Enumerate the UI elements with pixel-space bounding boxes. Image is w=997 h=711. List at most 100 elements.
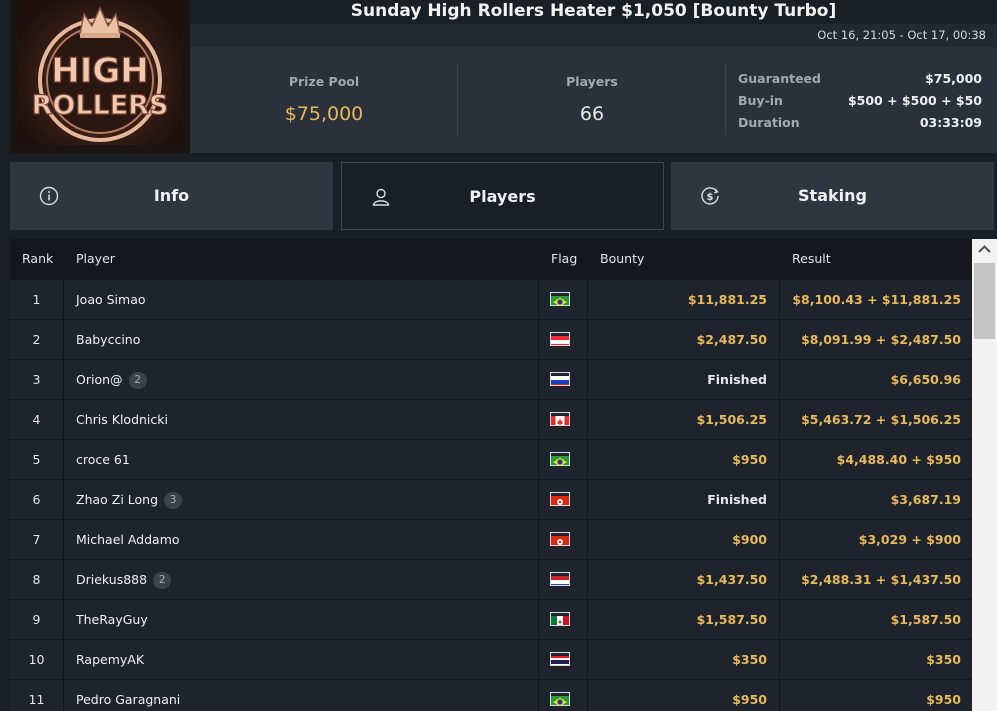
players-table: Rank Player Flag Bounty Result 1 Joao Sim… <box>10 239 972 711</box>
duration-value: 03:33:09 <box>919 115 982 130</box>
column-separator <box>779 279 780 711</box>
logo-background: HIGH ROLLERS <box>18 0 182 145</box>
rank-cell: 1 <box>32 292 41 307</box>
tournament-title: Sunday High Rollers Heater $1,050 [Bount… <box>350 1 837 21</box>
result-cell: $2,488.31 + $1,437.50 <box>801 572 961 587</box>
thailand-flag-icon <box>550 652 570 666</box>
table-row[interactable]: 6 Zhao Zi Long 3 Finished $3,687.19 <box>10 479 972 519</box>
table-row[interactable]: 4 Chris Klodnicki $1,506.25 $5,463.72 + $1,… <box>10 399 972 439</box>
logo-text-rollers: ROLLERS <box>32 90 169 121</box>
bounty-cell: $1,437.50 <box>696 572 767 587</box>
tab-staking-label: Staking <box>798 186 867 205</box>
tab-staking[interactable]: $ Staking <box>671 162 994 230</box>
bounty-cell: $900 <box>732 532 767 547</box>
rank-cell: 4 <box>32 412 41 427</box>
bounty-cell: Finished <box>707 372 767 387</box>
player-name-text: Orion@ <box>76 372 123 387</box>
prize-pool-value: $75,000 <box>284 103 364 125</box>
table-row[interactable]: 2 Babyccino $2,487.50 $8,091.99 + $2,487.50 <box>10 319 972 359</box>
scrollbar-thumb[interactable] <box>974 263 995 339</box>
tournament-summary: Prize Pool $75,000 Players 66 Guaranteed… <box>190 47 997 153</box>
player-name[interactable]: RapemyAK <box>76 652 144 667</box>
player-name-text: Babyccino <box>76 332 141 347</box>
bounty-cell: $950 <box>732 692 767 707</box>
header-result[interactable]: Result <box>792 251 831 266</box>
player-name-text: Driekus888 <box>76 572 148 587</box>
player-name-text: Michael Addamo <box>76 532 180 547</box>
brazil-flag-icon <box>550 692 570 706</box>
scroll-up-arrow-icon[interactable] <box>972 239 997 261</box>
guaranteed-label: Guaranteed <box>738 71 821 86</box>
rank-cell: 11 <box>28 692 45 707</box>
header-player[interactable]: Player <box>76 251 115 266</box>
table-row[interactable]: 11 Pedro Garagnani $950 $950 <box>10 679 972 711</box>
table-row[interactable]: 9 TheRayGuy $1,587.50 $1,587.50 <box>10 599 972 639</box>
rank-cell: 8 <box>32 572 41 587</box>
player-name[interactable]: Orion@ 2 <box>76 372 147 389</box>
bounty-cell: $11,881.25 <box>687 292 767 307</box>
duration-label: Duration <box>738 115 800 130</box>
logo-emblem: HIGH ROLLERS <box>31 6 169 142</box>
table-row[interactable]: 1 Joao Simao $11,881.25 $8,100.43 + $11,881… <box>10 279 972 319</box>
player-name[interactable]: Babyccino <box>76 332 140 347</box>
player-name[interactable]: Chris Klodnicki <box>76 412 168 427</box>
player-name-text: Pedro Garagnani <box>76 692 181 707</box>
rank-cell: 6 <box>32 492 41 507</box>
rank-cell: 3 <box>32 372 41 387</box>
table-row[interactable]: 10 RapemyAK $350 $350 <box>10 639 972 679</box>
guaranteed-value: $75,000 <box>925 71 982 86</box>
rank-cell: 9 <box>32 612 41 627</box>
result-cell: $950 <box>926 692 961 707</box>
player-name[interactable]: croce 61 <box>76 452 130 467</box>
hongkong-flag-icon <box>550 532 570 546</box>
bounty-cell: $950 <box>732 452 767 467</box>
rank-cell: 10 <box>28 652 45 667</box>
player-name-text: Joao Simao <box>76 292 146 307</box>
player-name-text: Zhao Zi Long <box>76 492 159 507</box>
tab-info[interactable]: Info <box>10 162 333 230</box>
brazil-flag-icon <box>550 452 570 466</box>
header-flag[interactable]: Flag <box>551 251 577 266</box>
result-cell: $1,587.50 <box>890 612 961 627</box>
canada-flag-icon <box>550 412 570 426</box>
player-name[interactable]: Joao Simao <box>76 292 146 307</box>
result-cell: $3,029 + $900 <box>858 532 961 547</box>
hongkong-flag-icon <box>550 492 570 506</box>
header-bounty[interactable]: Bounty <box>600 251 644 266</box>
table-row[interactable]: 7 Michael Addamo $900 $3,029 + $900 <box>10 519 972 559</box>
result-cell: $8,100.43 + $11,881.25 <box>792 292 961 307</box>
bounty-cell: $350 <box>732 652 767 667</box>
player-name[interactable]: TheRayGuy <box>76 612 148 627</box>
tournament-logo: HIGH ROLLERS <box>10 0 190 153</box>
rank-cell: 7 <box>32 532 41 547</box>
bounty-cell: $1,506.25 <box>696 412 767 427</box>
logo-text-high: HIGH <box>51 51 148 91</box>
table-row[interactable]: 5 croce 61 $950 $4,488.40 + $950 <box>10 439 972 479</box>
netherlands-flag-icon <box>550 572 570 586</box>
player-name[interactable]: Pedro Garagnani <box>76 692 180 707</box>
entries-badge: 2 <box>128 372 147 389</box>
mexico-flag-icon <box>550 612 570 626</box>
summary-divider <box>457 63 458 135</box>
column-separator <box>63 279 64 711</box>
entries-badge: 2 <box>153 572 172 589</box>
player-name-text: TheRayGuy <box>76 612 148 627</box>
table-header: Rank Player Flag Bounty Result <box>10 239 972 279</box>
table-row[interactable]: 3 Orion@ 2 Finished $6,650.96 <box>10 359 972 399</box>
tab-info-label: Info <box>153 186 190 205</box>
player-name[interactable]: Driekus888 2 <box>76 572 172 589</box>
player-name[interactable]: Michael Addamo <box>76 532 180 547</box>
player-name-text: Chris Klodnicki <box>76 412 168 427</box>
header-rank[interactable]: Rank <box>22 251 53 266</box>
column-separator <box>538 279 539 711</box>
player-name[interactable]: Zhao Zi Long 3 <box>76 492 183 509</box>
entries-badge: 3 <box>164 492 183 509</box>
table-scrollbar[interactable] <box>972 239 997 711</box>
table-row[interactable]: 8 Driekus888 2 $1,437.50 $2,488.31 + $1,437.… <box>10 559 972 599</box>
column-separator <box>587 279 588 711</box>
summary-divider <box>725 63 726 135</box>
bounty-cell: $1,587.50 <box>696 612 767 627</box>
result-cell: $5,463.72 + $1,506.25 <box>801 412 961 427</box>
prize-pool-label: Prize Pool <box>288 74 360 89</box>
tab-players[interactable]: Players <box>341 162 664 230</box>
